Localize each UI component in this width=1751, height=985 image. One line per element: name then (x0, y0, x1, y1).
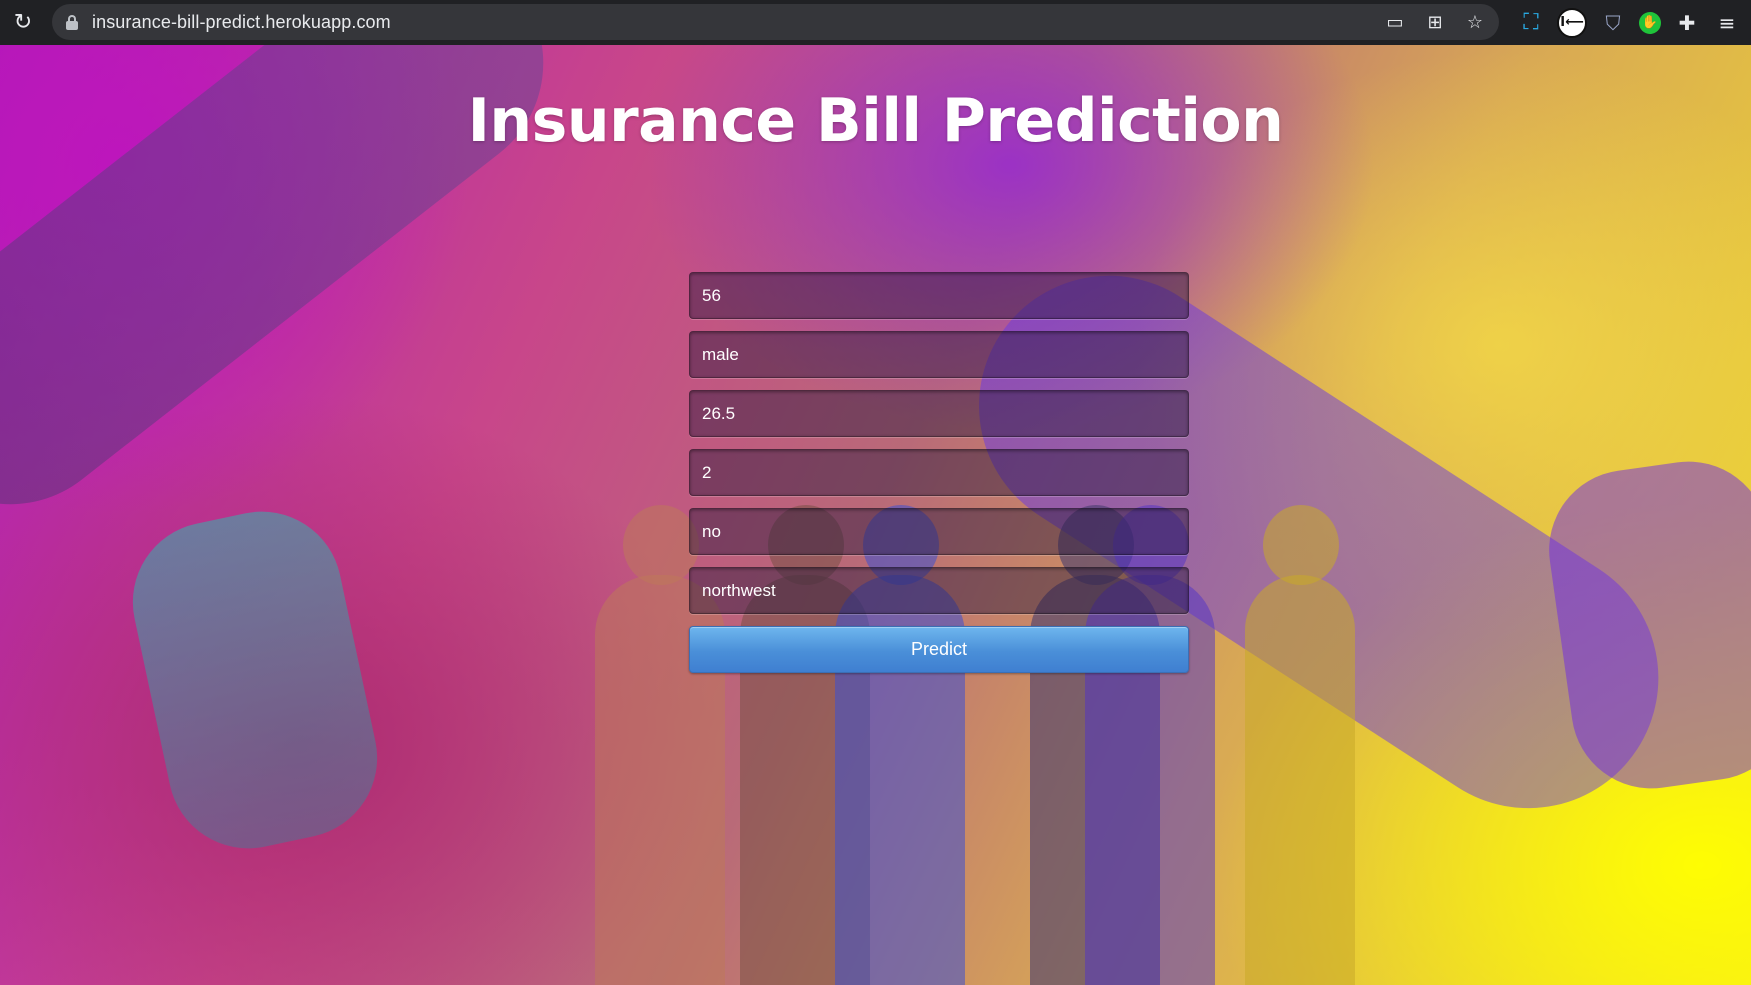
age-input[interactable]: 56 (689, 272, 1189, 319)
cast-icon[interactable]: ▭ (1385, 12, 1405, 33)
bmi-input[interactable]: 26.5 (689, 390, 1189, 437)
background-cuff-left (117, 496, 393, 864)
screen-capture-icon[interactable]: ⛶ (1517, 9, 1545, 37)
page-body: Insurance Bill Prediction 56 male 26.5 2… (0, 45, 1751, 985)
reading-list-icon[interactable]: ≡ (1713, 9, 1741, 37)
shield-icon[interactable]: ⛉ (1599, 9, 1627, 37)
url-text: insurance-bill-predict.herokuapp.com (92, 11, 391, 32)
region-input[interactable]: northwest (689, 567, 1189, 614)
background-cuff-right (1538, 451, 1751, 799)
smoker-input[interactable]: no (689, 508, 1189, 555)
sex-input[interactable]: male (689, 331, 1189, 378)
address-bar[interactable]: insurance-bill-predict.herokuapp.com ▭ ⊞… (52, 4, 1499, 40)
background-paper-figure (1245, 505, 1355, 985)
browser-toolbar: ↻ insurance-bill-predict.herokuapp.com ▭… (0, 0, 1751, 45)
reload-icon[interactable]: ↻ (0, 0, 46, 45)
puzzle-icon[interactable]: ✚ (1673, 9, 1701, 37)
green-extension-icon[interactable]: ✋ (1639, 11, 1661, 34)
page-title: Insurance Bill Prediction (467, 86, 1284, 156)
lock-icon[interactable] (66, 14, 78, 30)
predict-button[interactable]: Predict (689, 626, 1189, 673)
star-icon[interactable]: ☆ (1465, 12, 1485, 33)
children-input[interactable]: 2 (689, 449, 1189, 496)
prediction-form: 56 male 26.5 2 no northwest Predict (689, 272, 1189, 673)
extension-dark-icon[interactable]: I⟵ (1557, 7, 1587, 38)
apps-icon[interactable]: ⊞ (1425, 12, 1445, 33)
